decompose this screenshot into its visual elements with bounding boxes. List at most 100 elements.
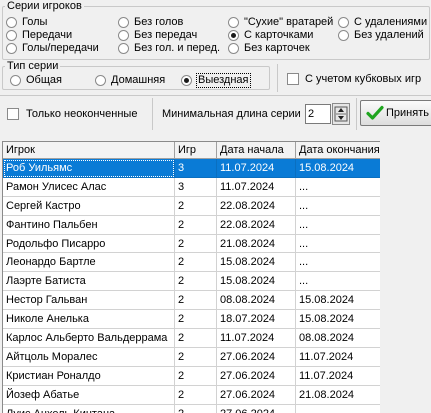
table-row[interactable]: Рамон Улисес Алас 3 11.07.2024... <box>3 177 380 197</box>
cell-player: Карлос Альберто Вальдеррама <box>3 329 175 348</box>
radio-no-goals-assists-label: Без гол. и перед. <box>134 42 221 54</box>
cell-end-date: ... <box>296 405 380 413</box>
cell-end-date: 21.08.2024 <box>296 386 380 405</box>
min-length-spinner[interactable] <box>332 103 350 125</box>
checkmark-icon <box>366 105 384 120</box>
table-row[interactable]: Луис Анхель Кинтана227.06.2024... <box>3 404 380 413</box>
separator-horizontal <box>0 95 431 96</box>
unfinished-only-checkbox-box <box>7 108 19 120</box>
grid-header: Игрок Игр Дата начала Дата окончания <box>3 142 380 159</box>
cell-games: 2 <box>175 196 217 216</box>
table-row[interactable]: Родольфо Писарро 2 21.08.2024... <box>3 234 380 254</box>
series-type-legend: Тип серии <box>5 60 61 72</box>
cell-start-date: 27.06.2024 <box>217 366 296 386</box>
cell-games: 2 <box>175 215 217 235</box>
radio-no-goals-label: Без голов <box>134 16 184 28</box>
cell-games: 3 <box>175 177 217 197</box>
cell-end-date: ... <box>296 235 380 254</box>
cell-player: Леонардо Бартле <box>3 253 175 273</box>
cup-games-checkbox-box <box>287 73 299 85</box>
cell-player: Лаэрте Батиста <box>3 272 175 292</box>
cell-player: Родольфо Писарро <box>3 234 175 254</box>
separator-vertical-3 <box>356 98 357 130</box>
cell-player: Кристиан Роналдо <box>3 366 175 386</box>
grid-rows: Роб Уильямс 3 11.07.2024 15.08.2024 Рамон Ул… <box>3 159 380 413</box>
cell-end-date: 11.07.2024 <box>296 348 380 367</box>
cell-start-date: 27.06.2024 <box>217 347 296 367</box>
cell-start-date: 11.07.2024 <box>217 177 296 197</box>
table-row[interactable]: Нестор Гальван 2 08.08.2024 15.08.2024 <box>3 291 380 311</box>
radio-type-home-indicator <box>95 75 106 86</box>
radio-type-away-indicator <box>181 75 192 86</box>
radio-clean-sheets-indicator <box>228 17 239 28</box>
unfinished-only-checkbox[interactable]: Только неоконченные <box>7 107 147 121</box>
unfinished-only-checkbox-label: Только неоконченные <box>26 108 138 120</box>
table-row[interactable]: Йозеф Абатье 2 27.06.2024 21.08.2024 <box>3 385 380 405</box>
radio-goals-label: Голы <box>22 16 48 28</box>
cell-games: 2 <box>175 366 217 386</box>
cell-start-date: 22.08.2024 <box>217 196 296 216</box>
accept-button[interactable]: Принять <box>360 100 431 126</box>
cell-end-date: ... <box>296 272 380 292</box>
cell-player: Сергей Кастро <box>3 196 175 216</box>
radio-with-dismissals-indicator <box>338 17 349 28</box>
cell-end-date: 15.08.2024 <box>296 291 380 311</box>
cell-player: Луис Анхель Кинтана <box>3 404 175 413</box>
column-header-end-date[interactable]: Дата окончания <box>296 142 380 159</box>
column-header-games[interactable]: Игр <box>175 142 217 159</box>
cell-games: 2 <box>175 234 217 254</box>
radio-no-assists-indicator <box>118 30 129 41</box>
table-row[interactable]: Сергей Кастро 2 22.08.2024... <box>3 196 380 216</box>
cell-games: 2 <box>175 310 217 330</box>
table-row[interactable]: Лаэрте Батиста 2 15.08.2024... <box>3 272 380 292</box>
cell-games: 2 <box>175 291 217 311</box>
table-row[interactable]: Николе Анелька 2 18.07.2024 15.08.2024 <box>3 310 380 330</box>
radio-goals-indicator <box>6 17 17 28</box>
cell-end-date: ... <box>296 253 380 273</box>
cup-games-checkbox-label: С учетом кубковых игр <box>305 73 422 85</box>
radio-no-dismissals-label: Без удалений <box>354 29 424 41</box>
radio-clean-sheets-label: "Сухие" вратарей <box>244 16 334 28</box>
cell-end-date: 08.08.2024 <box>296 329 380 348</box>
radio-type-overall-label: Общая <box>26 74 62 86</box>
radio-type-home-label: Домашняя <box>111 74 166 86</box>
cell-start-date: 08.08.2024 <box>217 291 296 311</box>
radio-type-overall-indicator <box>10 75 21 86</box>
players-grid[interactable]: Игрок Игр Дата начала Дата окончания Роб… <box>2 141 380 413</box>
column-header-start-date[interactable]: Дата начала <box>217 142 296 159</box>
radio-with-cards-indicator <box>228 30 239 41</box>
radio-goals-assists-indicator <box>6 43 17 54</box>
cell-player: Рамон Улисес Алас <box>3 177 175 197</box>
column-header-player[interactable]: Игрок <box>3 142 175 159</box>
cell-games: 3 <box>175 159 217 178</box>
table-row[interactable]: Леонардо Бартле 2 15.08.2024... <box>3 253 380 273</box>
radio-no-dismissals-indicator <box>338 30 349 41</box>
cell-start-date: 27.06.2024 <box>217 404 296 413</box>
cell-end-date: 15.08.2024 <box>296 159 380 178</box>
cell-games: 2 <box>175 272 217 292</box>
cell-player: Николе Анелька <box>3 310 175 330</box>
radio-no-goals-indicator <box>118 17 129 28</box>
table-row[interactable]: Кристиан Роналдо 2 27.06.2024 11.07.2024 <box>3 366 380 386</box>
cell-games: 2 <box>175 253 217 273</box>
cell-start-date: 21.08.2024 <box>217 234 296 254</box>
cell-end-date: 15.08.2024 <box>296 310 380 330</box>
cell-games: 2 <box>175 347 217 367</box>
table-row[interactable]: Фантино Пальбен 2 22.08.2024... <box>3 215 380 235</box>
table-row[interactable]: Карлос Альберто Вальдеррама 2 11.07.2024 08… <box>3 329 380 348</box>
radio-assists-label: Передачи <box>22 29 73 41</box>
cell-end-date: ... <box>296 178 380 197</box>
cell-start-date: 27.06.2024 <box>217 385 296 405</box>
radio-goals-assists-label: Голы/передачи <box>22 42 99 54</box>
table-row[interactable]: Айтцоль Моралес 2 27.06.2024 11.07.2024 <box>3 347 380 367</box>
cell-start-date: 11.07.2024 <box>217 159 296 178</box>
min-length-label: Минимальная длина серии <box>162 108 301 120</box>
table-row[interactable]: Роб Уильямс 3 11.07.2024 15.08.2024 <box>3 159 380 178</box>
separator-vertical-2 <box>152 98 153 130</box>
cup-games-checkbox[interactable]: С учетом кубковых игр <box>287 72 427 86</box>
min-length-input[interactable]: 2 <box>305 104 331 124</box>
cell-player: Роб Уильямс <box>3 159 175 178</box>
radio-no-assists-label: Без передач <box>134 29 198 41</box>
cell-games: 2 <box>175 329 217 348</box>
cell-end-date: ... <box>296 216 380 235</box>
